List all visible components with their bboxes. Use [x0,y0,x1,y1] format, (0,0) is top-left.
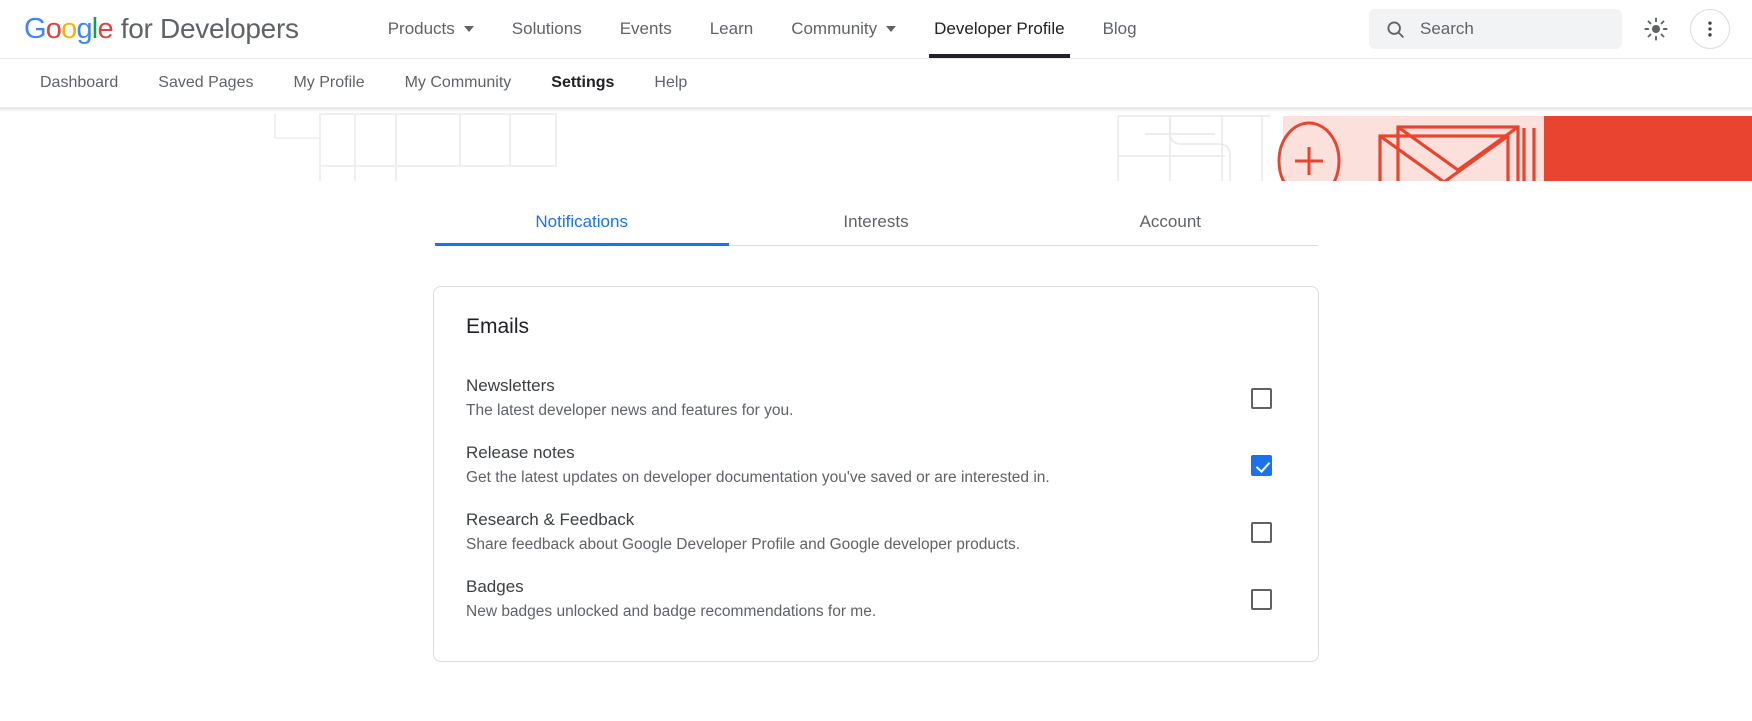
overflow-menu-button[interactable] [1690,9,1730,49]
pref-text: Newsletters The latest developer news an… [466,376,1251,422]
search-icon [1385,19,1406,40]
theme-toggle-button[interactable] [1636,9,1676,49]
pref-description: Get the latest updates on developer docu… [466,468,1223,489]
pref-label: Badges [466,577,1223,597]
more-vert-icon [1700,19,1720,39]
chevron-down-icon [464,26,474,32]
brand-logo[interactable]: Google for Developers [24,13,299,46]
nav-item-developer-profile[interactable]: Developer Profile [915,0,1083,58]
sub-nav-item-my-community[interactable]: My Community [385,74,532,92]
nav-item-blog[interactable]: Blog [1084,0,1156,58]
nav-label: Events [620,19,672,39]
sub-nav-item-saved-pages[interactable]: Saved Pages [138,74,273,92]
nav-label: Products [388,19,455,39]
pref-label: Newsletters [466,376,1223,396]
hero-illustration [0,108,1752,181]
pref-description: New badges unlocked and badge recommenda… [466,602,1223,623]
pref-label: Release notes [466,443,1223,463]
sub-nav-item-dashboard[interactable]: Dashboard [20,74,138,92]
hero-graphic [0,108,1752,181]
brand-suffix: for Developers [121,13,299,45]
pref-row-release-notes: Release notes Get the latest updates on … [466,434,1286,501]
tab-interests[interactable]: Interests [729,203,1023,245]
pref-text: Research & Feedback Share feedback about… [466,510,1251,556]
pref-label: Research & Feedback [466,510,1223,530]
nav-item-events[interactable]: Events [601,0,691,58]
checkbox-release-notes[interactable] [1251,455,1272,476]
settings-tabs-container: Notifications Interests Account [0,181,1752,246]
pref-row-newsletters: Newsletters The latest developer news an… [466,367,1286,434]
emails-card: Emails Newsletters The latest developer … [433,286,1319,662]
pref-row-research-feedback: Research & Feedback Share feedback about… [466,501,1286,568]
nav-item-products[interactable]: Products [369,0,493,58]
nav-item-solutions[interactable]: Solutions [493,0,601,58]
sub-nav-item-my-profile[interactable]: My Profile [273,74,384,92]
pref-row-badges: Badges New badges unlocked and badge rec… [466,568,1286,635]
nav-label: Developer Profile [934,19,1064,39]
sub-nav-item-settings[interactable]: Settings [531,74,634,92]
checkbox-badges[interactable] [1251,589,1272,610]
settings-tabs: Notifications Interests Account [435,203,1318,246]
checkbox-research-feedback[interactable] [1251,522,1272,543]
google-wordmark: Google [24,13,113,46]
site-header: Google for Developers Products Solutions… [0,0,1752,59]
card-title: Emails [466,315,1286,339]
sub-nav-item-help[interactable]: Help [634,74,707,92]
emails-card-container: Emails Newsletters The latest developer … [0,246,1752,662]
search-input[interactable] [1420,19,1606,39]
search-box[interactable] [1369,9,1622,49]
pref-text: Badges New badges unlocked and badge rec… [466,577,1251,623]
nav-label: Blog [1103,19,1137,39]
brightness-sun-icon [1644,17,1668,41]
secondary-nav: Dashboard Saved Pages My Profile My Comm… [0,59,1752,108]
nav-label: Learn [710,19,753,39]
tab-account[interactable]: Account [1023,203,1317,245]
header-actions [1369,9,1732,49]
nav-label: Solutions [512,19,582,39]
pref-text: Release notes Get the latest updates on … [466,443,1251,489]
hero-banner [0,108,1752,181]
nav-item-community[interactable]: Community [772,0,915,58]
checkbox-newsletters[interactable] [1251,388,1272,409]
nav-item-learn[interactable]: Learn [691,0,772,58]
nav-label: Community [791,19,877,39]
pref-description: Share feedback about Google Developer Pr… [466,535,1223,556]
tab-notifications[interactable]: Notifications [435,203,729,245]
pref-description: The latest developer news and features f… [466,401,1223,422]
primary-nav: Products Solutions Events Learn Communit… [369,0,1156,58]
chevron-down-icon [886,26,896,32]
